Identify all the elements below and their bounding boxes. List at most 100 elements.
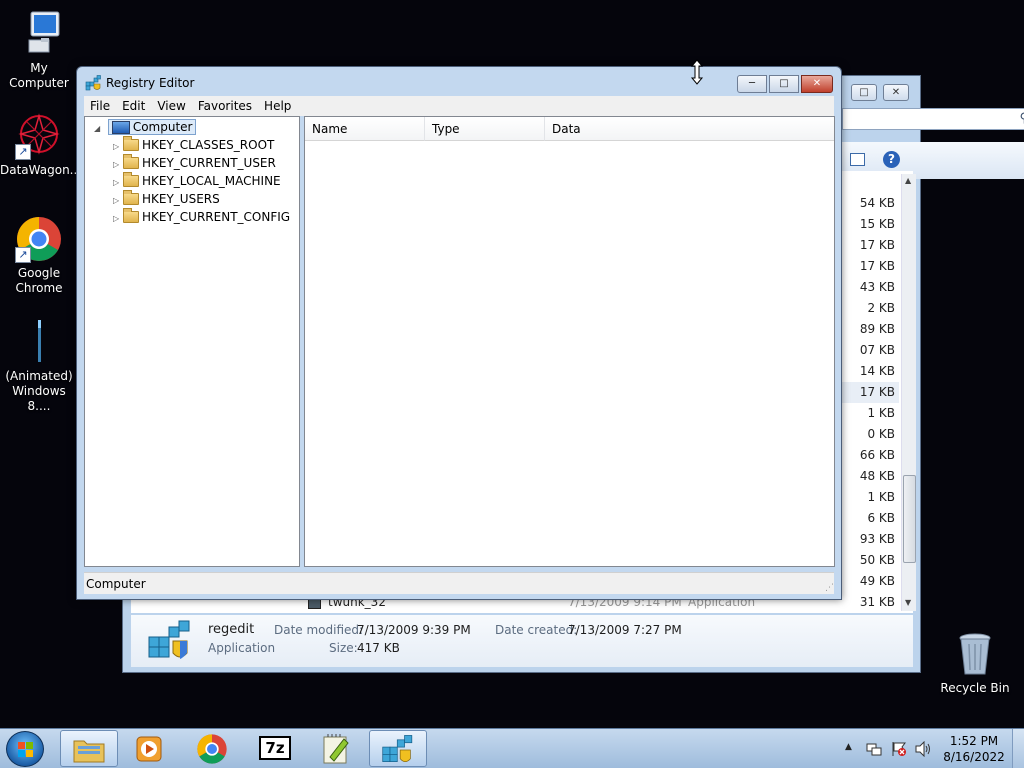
clock-time: 1:52 PM	[949, 734, 999, 748]
taskbar-google-chrome[interactable]	[183, 730, 241, 767]
tree-node-hkey-current-config[interactable]: ▷ HKEY_CURRENT_CONFIG	[113, 207, 291, 228]
details-file-name: regedit	[208, 622, 255, 637]
shortcut-arrow-icon: ↗	[15, 247, 31, 263]
tree-node-hkey-local-machine[interactable]: ▷ HKEY_LOCAL_MACHINE	[113, 171, 281, 190]
resize-grip-icon[interactable]: ⋰	[825, 583, 834, 593]
details-size-label: Size:	[329, 641, 358, 655]
explorer-search-box[interactable]: ⚲	[842, 108, 1024, 130]
taskbar-media-player[interactable]	[120, 730, 178, 767]
computer-icon	[111, 121, 130, 134]
computer-icon	[15, 10, 63, 58]
desktop-icon-label: Recycle Bin	[940, 681, 1010, 695]
show-desktop-button[interactable]	[1012, 729, 1024, 768]
explorer-size-column: 54 KB 15 KB 17 KB 17 KB 43 KB 2 KB 89 KB 07 KB 1…	[841, 193, 899, 613]
tree-node-label: Computer	[132, 120, 193, 134]
help-icon[interactable]: ?	[883, 151, 900, 168]
search-icon: ⚲	[1019, 111, 1024, 126]
folder-icon	[123, 153, 139, 169]
file-size-cell: 07 KB	[859, 343, 895, 357]
regedit-title-icon	[85, 75, 101, 91]
scroll-down-arrow[interactable]: ▼	[905, 598, 911, 607]
folder-icon	[123, 135, 139, 151]
desktop-icon-label: My Computer	[9, 61, 69, 90]
file-size-cell: 15 KB	[859, 217, 895, 231]
registry-editor-window[interactable]: Registry Editor ─ □ ✕ File Edit View Favori…	[76, 66, 842, 600]
tree-node-hkey-users[interactable]: ▷ HKEY_USERS	[113, 189, 220, 208]
menu-file[interactable]: File	[84, 96, 116, 116]
desktop-icon-animated-windows[interactable]: (Animated) Windows 8....	[0, 318, 78, 414]
chrome-icon: ↗	[15, 215, 63, 263]
desktop-icon-my-computer[interactable]: My Computer	[0, 10, 78, 91]
clock-date: 8/16/2022	[943, 750, 1005, 764]
file-size-cell: 2 KB	[867, 301, 895, 315]
menu-view[interactable]: View	[151, 96, 191, 116]
scroll-up-arrow[interactable]: ▲	[905, 176, 911, 185]
details-date-created-label: Date created:	[495, 623, 578, 637]
file-size-cell: 43 KB	[859, 280, 895, 294]
registry-tree[interactable]: ◢ Computer ▷ HKEY_CLASSES_ROOT ▷ HKEY_CURR…	[84, 116, 300, 567]
desktop-icon-google-chrome[interactable]: ↗ Google Chrome	[0, 215, 78, 296]
column-header-data[interactable]: Data	[545, 117, 834, 141]
network-icon[interactable]	[866, 741, 882, 760]
details-date-modified: 7/13/2009 9:39 PM	[357, 623, 471, 637]
explorer-restore-button[interactable]: □	[851, 84, 877, 101]
recycle-bin-icon	[951, 630, 999, 678]
preview-pane-icon[interactable]	[850, 153, 865, 166]
menu-help[interactable]: Help	[258, 96, 297, 116]
tree-node-hkey-classes-root[interactable]: ▷ HKEY_CLASSES_ROOT	[113, 135, 274, 154]
file-size-cell: 50 KB	[859, 553, 895, 567]
column-header-type[interactable]: Type	[425, 117, 545, 141]
menu-edit[interactable]: Edit	[116, 96, 151, 116]
datawagon-icon: ↗	[15, 112, 63, 160]
file-size-cell: 17 KB	[859, 259, 895, 273]
minimize-button[interactable]: ─	[737, 75, 767, 93]
start-button[interactable]	[6, 731, 44, 767]
folder-icon	[73, 740, 105, 763]
tree-node-hkey-current-user[interactable]: ▷ HKEY_CURRENT_USER	[113, 153, 276, 172]
taskbar-windows-explorer[interactable]	[60, 730, 118, 767]
desktop-icon-label: DataWagon...	[0, 163, 82, 177]
scroll-thumb[interactable]	[903, 475, 916, 563]
taskbar-registry-editor[interactable]	[369, 730, 427, 767]
menu-favorites[interactable]: Favorites	[192, 96, 258, 116]
explorer-close-button[interactable]: ✕	[883, 84, 909, 101]
action-center-flag-icon[interactable]	[891, 741, 907, 760]
taskbar-7zip[interactable]: 7z	[246, 730, 304, 767]
explorer-scrollbar[interactable]: ▲ ▼	[901, 174, 916, 611]
file-size-cell: 93 KB	[859, 532, 895, 546]
notepad-plus-plus-icon	[323, 734, 349, 764]
desktop-icon-label: (Animated) Windows 8....	[5, 369, 73, 413]
desktop-icon-datawagon[interactable]: ↗ DataWagon...	[0, 112, 82, 178]
tree-node-label: HKEY_LOCAL_MACHINE	[142, 174, 281, 188]
window-title: Registry Editor	[106, 76, 195, 90]
tree-node-computer[interactable]: ◢ Computer	[94, 118, 197, 138]
resize-cursor-icon	[690, 59, 704, 88]
desktop-icon-recycle-bin[interactable]: Recycle Bin	[936, 630, 1014, 696]
taskbar-notepad-plus-plus[interactable]	[307, 730, 365, 767]
file-size-cell: 1 KB	[867, 490, 895, 504]
details-file-kind: Application	[208, 641, 276, 655]
file-size-cell: 66 KB	[859, 448, 895, 462]
folder-icon	[123, 189, 139, 205]
maximize-button[interactable]: □	[769, 75, 799, 93]
tree-node-label: HKEY_CURRENT_CONFIG	[142, 210, 291, 224]
explorer-details-pane: regedit Application Date modified: 7/13/…	[131, 615, 913, 667]
folder-icon	[123, 171, 139, 187]
file-size-cell: 14 KB	[859, 364, 895, 378]
file-size-cell: 54 KB	[859, 196, 895, 210]
system-clock[interactable]: 1:52 PM 8/16/2022	[943, 733, 1005, 765]
show-hidden-icons-arrow[interactable]: ▲	[845, 742, 852, 752]
close-button[interactable]: ✕	[801, 75, 833, 93]
status-bar: Computer	[84, 572, 834, 594]
expand-arrow-icon[interactable]: ▷	[113, 210, 123, 228]
chrome-icon	[197, 734, 227, 764]
folder-icon	[123, 207, 139, 223]
regedit-icon	[147, 619, 193, 666]
collapse-arrow-icon[interactable]: ◢	[94, 120, 104, 138]
windows-logo-icon	[18, 742, 34, 758]
file-size-cell: 89 KB	[859, 322, 895, 336]
media-player-icon	[136, 736, 162, 762]
column-header-name[interactable]: Name	[305, 117, 425, 141]
volume-icon[interactable]	[914, 740, 932, 760]
registry-values-list[interactable]: Name Type Data	[304, 116, 835, 567]
